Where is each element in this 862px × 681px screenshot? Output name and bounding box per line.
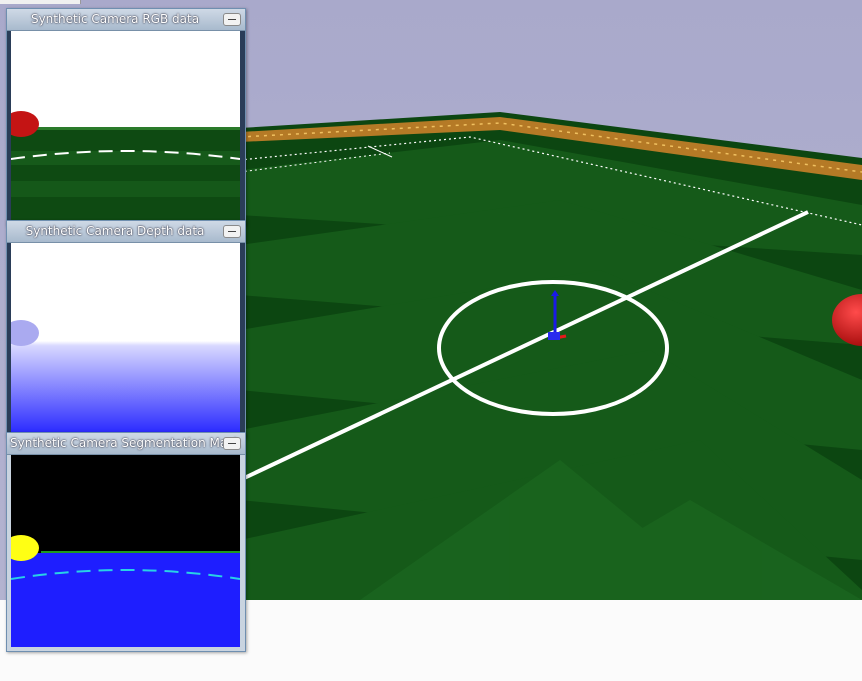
- depth-camera-panel[interactable]: Synthetic Camera Depth data: [6, 220, 246, 438]
- segmentation-panel-titlebar[interactable]: Synthetic Camera Segmentation Mask: [7, 433, 245, 455]
- segmentation-camera-panel[interactable]: Synthetic Camera Segmentation Mask: [6, 432, 246, 652]
- depth-panel-title: Synthetic Camera Depth data: [25, 224, 205, 238]
- depth-camera-image: [11, 243, 240, 433]
- minimize-icon[interactable]: [223, 225, 241, 238]
- minimize-icon[interactable]: [223, 437, 241, 450]
- segmentation-camera-image: [11, 455, 240, 647]
- rgb-panel-titlebar[interactable]: Synthetic Camera RGB data: [7, 9, 245, 31]
- rgb-panel-title: Synthetic Camera RGB data: [30, 12, 200, 26]
- rgb-camera-panel[interactable]: Synthetic Camera RGB data: [6, 8, 246, 226]
- rgb-camera-image: [11, 31, 240, 221]
- minimize-icon[interactable]: [223, 13, 241, 26]
- viewport-top-toolbar: [0, 0, 81, 4]
- depth-panel-titlebar[interactable]: Synthetic Camera Depth data: [7, 221, 245, 243]
- segmentation-panel-title: Synthetic Camera Segmentation Mask: [10, 436, 241, 450]
